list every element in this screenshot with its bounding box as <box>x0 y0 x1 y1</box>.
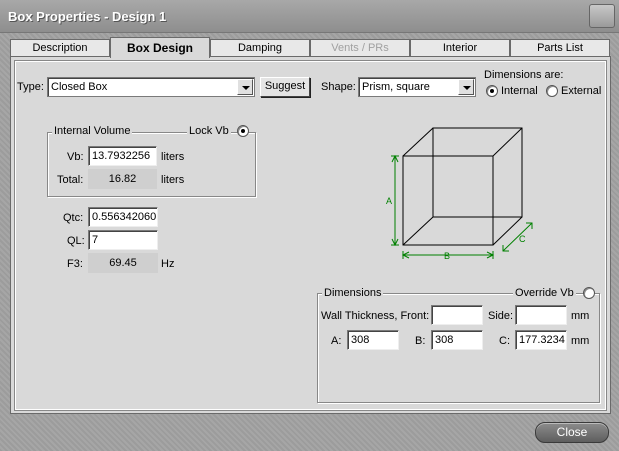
dimension-arrows <box>391 154 533 259</box>
shape-value: Prism, square <box>362 81 430 93</box>
cube-wireframe <box>402 127 523 246</box>
side-input[interactable] <box>515 305 567 325</box>
dim-c-label: C <box>519 234 526 244</box>
title-bar: Box Properties - Design 1 <box>0 0 619 33</box>
shape-select[interactable]: Prism, square <box>358 77 476 97</box>
dimensions-are-label: Dimensions are: <box>484 69 564 81</box>
box-diagram: A B C <box>386 127 533 261</box>
dim-c-unit: mm <box>571 335 590 347</box>
override-vb-label: Override Vb <box>513 287 576 299</box>
lock-vb-label: Lock Vb <box>187 125 231 137</box>
type-value: Closed Box <box>51 81 108 93</box>
qtc-input[interactable]: 0.556342060 <box>88 207 158 227</box>
chevron-down-icon[interactable] <box>237 79 253 95</box>
tab-parts-list[interactable]: Parts List <box>510 39 610 57</box>
internal-volume-title: Internal Volume <box>52 125 133 137</box>
vb-input[interactable]: 13.7932256 <box>88 146 157 166</box>
box-properties-window: Box Properties - Design 1 Description Bo… <box>0 0 619 451</box>
chevron-down-icon[interactable] <box>458 79 474 95</box>
dim-c-input[interactable]: 177.3234 <box>515 330 567 350</box>
tab-strip: Description Box Design Damping Vents / P… <box>10 37 610 58</box>
tab-description[interactable]: Description <box>10 39 110 57</box>
wall-front-input[interactable] <box>431 305 483 325</box>
total-label: Total: <box>57 174 84 186</box>
f3-label: F3: <box>67 258 83 270</box>
wall-front-label: Wall Thickness, Front: <box>321 310 430 322</box>
dim-a-field-label: A: <box>331 335 342 347</box>
suggest-button[interactable]: Suggest <box>260 77 310 97</box>
dim-b-field-label: B: <box>415 335 426 347</box>
shape-label: Shape: <box>321 81 356 93</box>
box-design-panel: Type: Closed Box Suggest Shape: Prism, s… <box>10 56 611 414</box>
window-title: Box Properties - Design 1 <box>8 9 167 24</box>
type-label: Type: <box>17 81 44 93</box>
qtc-label: Qtc: <box>63 212 84 224</box>
dim-b-label: B <box>444 251 450 261</box>
tab-vents-prs: Vents / PRs <box>310 39 410 57</box>
ql-label: QL: <box>67 235 85 247</box>
external-label: External <box>561 85 602 97</box>
type-select[interactable]: Closed Box <box>47 77 255 97</box>
wall-unit: mm <box>571 310 590 322</box>
total-unit: liters <box>161 174 185 186</box>
tab-damping[interactable]: Damping <box>210 39 310 57</box>
vb-unit: liters <box>161 151 185 163</box>
dim-b-input[interactable]: 308 <box>431 330 483 350</box>
dim-a-label: A <box>386 196 392 206</box>
internal-label: Internal <box>501 85 538 97</box>
dimensions-title: Dimensions <box>322 287 384 299</box>
ql-input[interactable]: 7 <box>88 230 158 250</box>
tab-interior[interactable]: Interior <box>410 39 510 57</box>
window-control-button[interactable] <box>589 4 615 28</box>
lock-vb-radio[interactable] <box>237 125 249 137</box>
side-label: Side: <box>488 310 514 322</box>
vb-label: Vb: <box>67 151 84 163</box>
override-vb-radio[interactable] <box>583 287 595 299</box>
internal-radio[interactable] <box>486 85 498 97</box>
external-radio[interactable] <box>546 85 558 97</box>
close-button[interactable]: Close <box>535 422 609 443</box>
f3-unit: Hz <box>161 258 175 270</box>
tab-box-design[interactable]: Box Design <box>110 37 210 58</box>
f3-value: 69.45 <box>88 253 158 273</box>
total-value: 16.82 <box>88 169 157 189</box>
dim-a-input[interactable]: 308 <box>347 330 399 350</box>
dim-c-field-label: C: <box>499 335 510 347</box>
